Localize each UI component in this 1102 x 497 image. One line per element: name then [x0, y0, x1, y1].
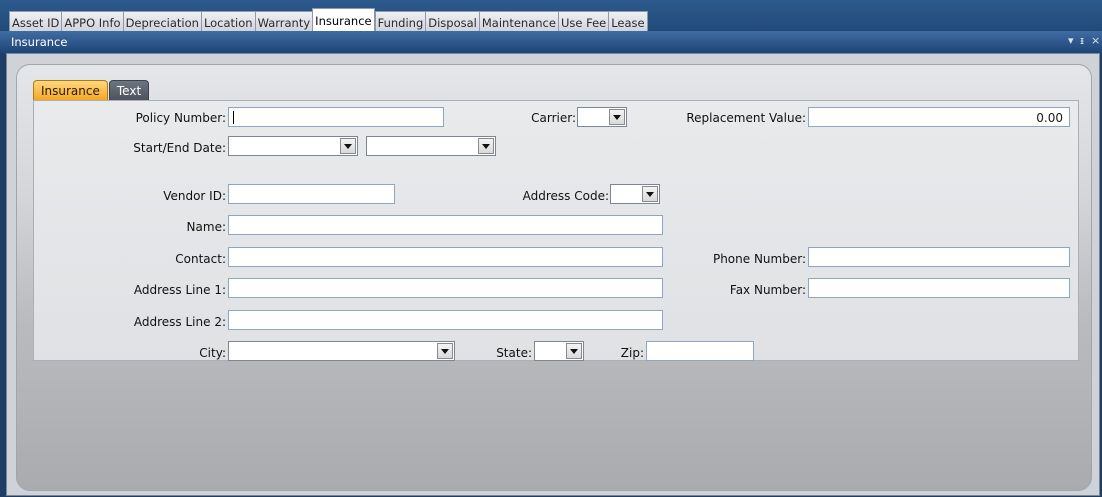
start-date-picker[interactable]: [228, 136, 358, 156]
pin-icon[interactable]: ᵻ: [1080, 34, 1084, 47]
tab-lease[interactable]: Lease: [608, 11, 648, 33]
phone-number-field[interactable]: [808, 247, 1070, 267]
start-end-date-label: Start/End Date:: [133, 141, 226, 155]
replacement-value-field[interactable]: 0.00: [808, 107, 1070, 127]
panel-title-bar: Insurance ▾ ᵻ ×: [0, 31, 1102, 53]
end-date-picker[interactable]: [366, 136, 496, 156]
tab-maintenance[interactable]: Maintenance: [478, 11, 558, 33]
address-line-1-label: Address Line 1:: [133, 283, 226, 297]
address-line-1-field[interactable]: [228, 278, 663, 298]
policy-number-field[interactable]: [228, 107, 444, 127]
address-code-label: Address Code:: [522, 189, 609, 203]
tab-appo-info[interactable]: APPO Info: [61, 11, 123, 33]
tab-depreciation[interactable]: Depreciation: [122, 11, 201, 33]
tab-asset-id[interactable]: Asset ID: [9, 11, 62, 33]
replacement-value-label: Replacement Value:: [686, 111, 806, 125]
close-icon[interactable]: ×: [1091, 34, 1100, 47]
state-dropdown[interactable]: [534, 341, 584, 361]
subtab-insurance[interactable]: Insurance: [33, 80, 108, 100]
sub-tabs: Insurance Text: [33, 80, 150, 100]
phone-number-label: Phone Number:: [712, 252, 806, 266]
address-line-2-field[interactable]: [228, 310, 663, 330]
contact-field[interactable]: [228, 247, 663, 267]
text-caret: [233, 111, 234, 124]
name-label: Name:: [186, 220, 226, 234]
tab-funding[interactable]: Funding: [374, 11, 426, 33]
module-tabs: Asset ID APPO Info Depreciation Location…: [9, 8, 648, 33]
tab-warranty[interactable]: Warranty: [254, 11, 313, 33]
chevron-down-icon[interactable]: [642, 186, 658, 202]
fax-number-field[interactable]: [808, 278, 1070, 298]
zip-field[interactable]: [646, 341, 754, 361]
tab-insurance[interactable]: Insurance: [312, 8, 375, 33]
carrier-label: Carrier:: [531, 111, 576, 125]
subtab-text[interactable]: Text: [108, 80, 150, 100]
address-line-2-label: Address Line 2:: [133, 315, 226, 329]
chevron-down-icon[interactable]: [437, 343, 453, 359]
chevron-down-icon[interactable]: [478, 138, 494, 154]
tab-location[interactable]: Location: [200, 11, 255, 33]
tab-use-fee[interactable]: Use Fee: [557, 11, 609, 33]
contact-label: Contact:: [175, 252, 226, 266]
chevron-down-icon[interactable]: [340, 138, 356, 154]
panel-title: Insurance: [11, 35, 68, 49]
carrier-dropdown[interactable]: [577, 107, 627, 127]
chevron-down-icon[interactable]: [609, 109, 625, 125]
chevron-down-icon[interactable]: [566, 343, 582, 359]
zip-label: Zip:: [620, 346, 644, 360]
vendor-id-field[interactable]: [228, 184, 395, 204]
state-label: State:: [496, 346, 532, 360]
fax-number-label: Fax Number:: [729, 283, 806, 297]
name-field[interactable]: [228, 215, 663, 235]
policy-number-label: Policy Number:: [135, 111, 226, 125]
address-code-dropdown[interactable]: [610, 184, 660, 204]
city-label: City:: [199, 346, 226, 360]
panel-menu-icon[interactable]: ▾: [1068, 34, 1074, 47]
city-dropdown[interactable]: [228, 341, 455, 361]
vendor-id-label: Vendor ID:: [163, 189, 226, 203]
module-tab-strip: Asset ID APPO Info Depreciation Location…: [0, 0, 1102, 33]
tab-disposal[interactable]: Disposal: [425, 11, 479, 33]
